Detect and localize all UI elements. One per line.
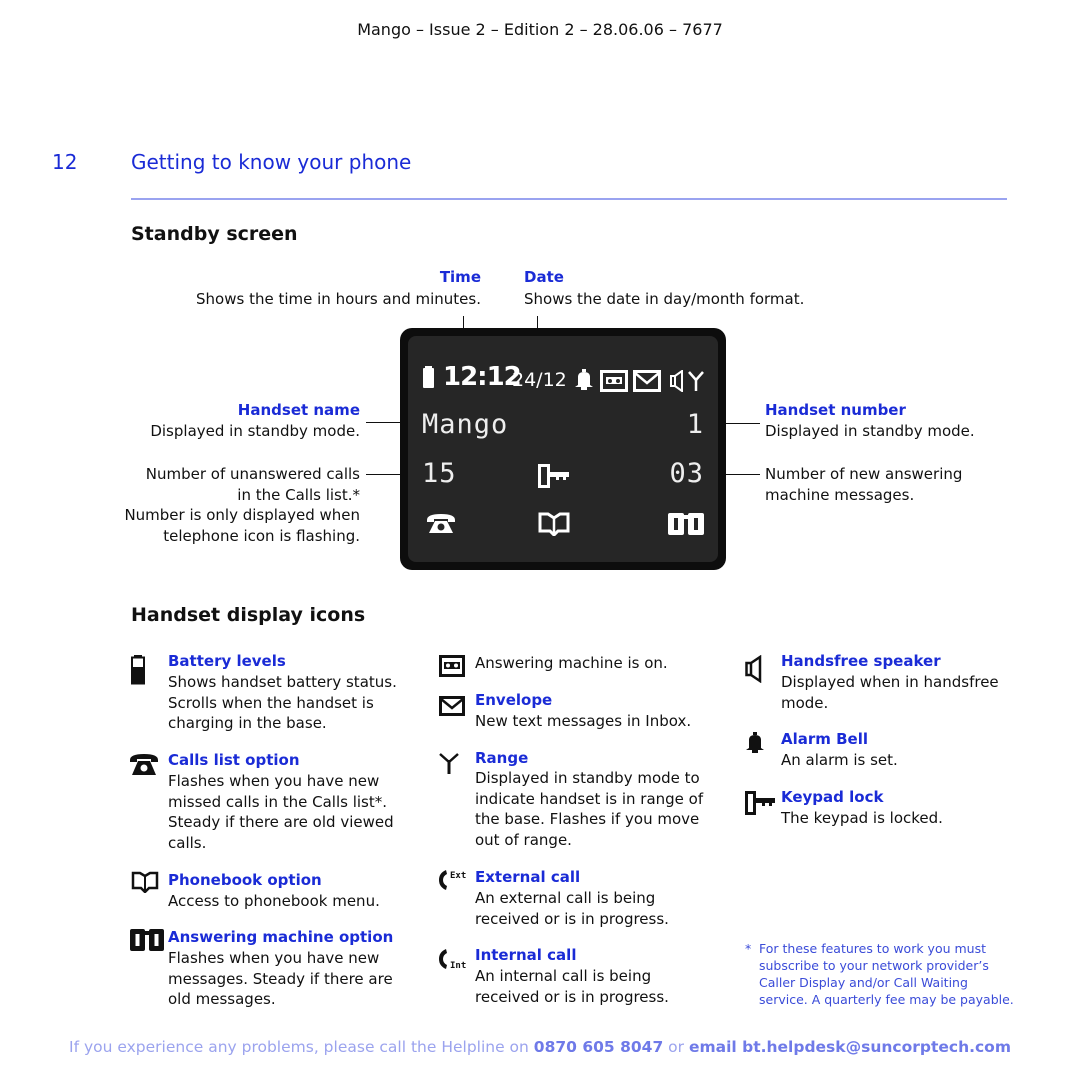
phonebook-option-label: Phonebook option (168, 871, 322, 889)
keypad-lock-icon (745, 791, 775, 815)
calls-list-option-description: Flashes when you have new missed calls i… (168, 772, 394, 852)
external-call-label: External call (475, 868, 581, 886)
speaker-icon (745, 655, 763, 683)
screen-date: 24/12 (512, 369, 567, 391)
unanswered-calls-description: Number of unanswered calls in the Calls … (124, 465, 360, 545)
answering-machine-on-icon (600, 370, 628, 392)
alarm-bell-description: An alarm is set. (781, 751, 898, 769)
alarm-bell-label: Alarm Bell (781, 730, 869, 748)
divider (131, 198, 1007, 200)
helpline-footer: If you experience any problems, please c… (69, 1038, 1011, 1056)
answering-machine-on-icon (439, 655, 465, 677)
svg-text:Int: Int (450, 961, 466, 970)
standby-heading: Standby screen (131, 223, 298, 245)
envelope-description: New text messages in Inbox. (475, 712, 692, 730)
battery-levels-description: Shows handset battery status. Scrolls wh… (168, 673, 397, 732)
answering-machine-option-icon (130, 928, 164, 952)
internal-call-label: Internal call (475, 946, 577, 964)
document-reference: Mango – Issue 2 – Edition 2 – 28.06.06 –… (357, 20, 723, 39)
phonebook-icon (131, 871, 159, 893)
calls-list-icon (426, 513, 456, 535)
calls-list-option-label: Calls list option (168, 751, 300, 769)
helpdesk-email[interactable]: email bt.helpdesk@suncorptech.com (689, 1038, 1011, 1056)
handsfree-speaker-label: Handsfree speaker (781, 652, 941, 670)
keypad-lock-description: The keypad is locked. (781, 809, 943, 827)
answering-machine-option-description: Flashes when you have new messages. Stea… (168, 949, 393, 1008)
time-label: Time (439, 268, 481, 286)
phonebook-icon (538, 512, 570, 536)
calls-list-icon (129, 753, 159, 777)
handsfree-speaker-description: Displayed when in handsfree mode. (781, 673, 999, 712)
phonebook-option-description: Access to phonebook menu. (168, 892, 380, 910)
svg-text:Ext: Ext (450, 871, 466, 881)
page-number: 12 (52, 150, 78, 174)
answering-machine-option-label: Answering machine option (168, 928, 394, 946)
battery-levels-label: Battery levels (168, 652, 286, 670)
chapter-title: Getting to know your phone (131, 150, 412, 174)
keypad-lock-label: Keypad lock (781, 788, 884, 806)
range-label: Range (475, 749, 529, 767)
handset-number-description: Displayed in standby mode. (765, 422, 975, 440)
envelope-icon (633, 370, 661, 392)
battery-icon (423, 366, 434, 388)
keypad-lock-icon (538, 464, 570, 488)
alarm-bell-icon (745, 732, 765, 754)
footnote-text: For these features to work you must subs… (759, 941, 1014, 1007)
date-label: Date (524, 268, 564, 286)
screen-handset-name: Mango (422, 409, 509, 440)
handset-name-description: Displayed in standby mode. (150, 422, 360, 440)
screen-missed-calls: 15 (422, 458, 457, 489)
envelope-label: Envelope (475, 691, 553, 709)
alarm-bell-icon (574, 369, 594, 391)
range-antenna-icon (439, 752, 459, 774)
footnote-marker: * (745, 941, 752, 956)
handset-standby-screen: 12:12 24/12 Mango 1 15 03 (400, 328, 726, 570)
screen-time: 12:12 (443, 362, 522, 392)
external-call-icon: Ext (438, 869, 472, 891)
answering-machine-on-description: Answering machine is on. (475, 654, 668, 672)
date-description: Shows the date in day/month format. (524, 290, 805, 308)
new-messages-description: Number of new answering machine messages… (765, 465, 963, 504)
internal-call-icon: Int (438, 948, 472, 970)
screen-new-messages: 03 (669, 458, 704, 489)
icons-heading: Handset display icons (131, 604, 366, 626)
range-description: Displayed in standby mode to indicate ha… (475, 769, 704, 849)
internal-call-description: An internal call is being received or is… (475, 967, 669, 1006)
speaker-icon (670, 370, 684, 392)
battery-icon (131, 655, 145, 685)
handset-name-label: Handset name (237, 401, 360, 419)
screen-handset-number: 1 (686, 409, 704, 440)
handset-number-label: Handset number (765, 401, 906, 419)
answering-machine-option-icon (668, 512, 704, 536)
range-antenna-icon (688, 370, 704, 392)
time-description: Shows the time in hours and minutes. (196, 290, 481, 308)
helpline-phone: 0870 605 8047 (533, 1038, 664, 1056)
envelope-icon (439, 696, 465, 716)
external-call-description: An external call is being received or is… (475, 889, 669, 928)
